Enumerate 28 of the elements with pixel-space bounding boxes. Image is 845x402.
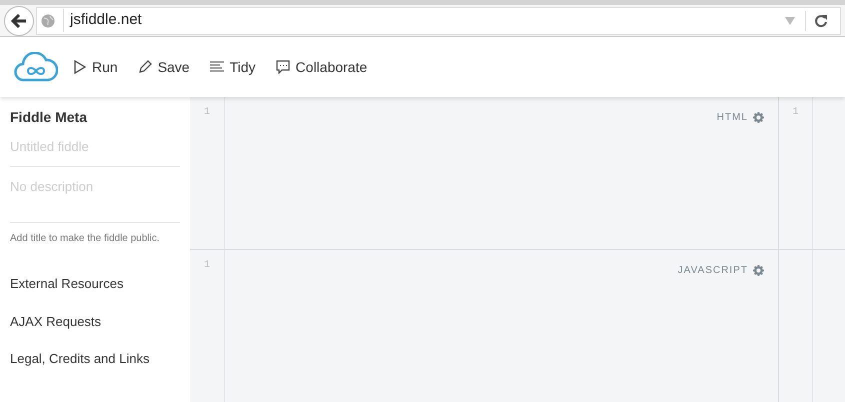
editor-label: HTML — [716, 111, 748, 125]
address-bar[interactable]: jsfiddle.net — [36, 6, 841, 34]
pencil-icon — [138, 60, 152, 74]
settings-icon[interactable] — [753, 112, 764, 123]
globe-icon — [41, 14, 55, 28]
line-number: 1 — [792, 106, 798, 120]
sidebar-title: Fiddle Meta — [10, 108, 88, 127]
editor-label: JAVASCRIPT — [678, 264, 748, 278]
sidebar-link[interactable]: External Resources — [10, 274, 124, 294]
back-arrow-icon — [11, 14, 27, 28]
dropdown-icon[interactable] — [785, 16, 795, 24]
collaborate-button[interactable]: Collaborate — [276, 56, 368, 78]
url-text: jsfiddle.net — [63, 9, 785, 32]
reload-icon[interactable] — [814, 14, 828, 28]
sidebar-link[interactable]: AJAX Requests — [10, 312, 102, 331]
play-icon — [74, 60, 86, 74]
settings-icon[interactable] — [753, 265, 764, 276]
run-button[interactable]: Run — [74, 56, 118, 78]
save-button[interactable]: Save — [138, 56, 190, 78]
back-button[interactable] — [4, 6, 34, 36]
line-number: 1 — [204, 106, 210, 120]
lines-icon — [210, 61, 224, 73]
line-number: 1 — [204, 259, 210, 273]
hint-text: Add title to make the fiddle public. — [10, 232, 161, 246]
sidebar-link[interactable]: Legal, Credits and Links — [10, 349, 150, 368]
tidy-button[interactable]: Tidy — [210, 56, 256, 78]
speech-bubble-icon — [276, 60, 290, 74]
cloud-logo-icon[interactable] — [14, 52, 58, 82]
